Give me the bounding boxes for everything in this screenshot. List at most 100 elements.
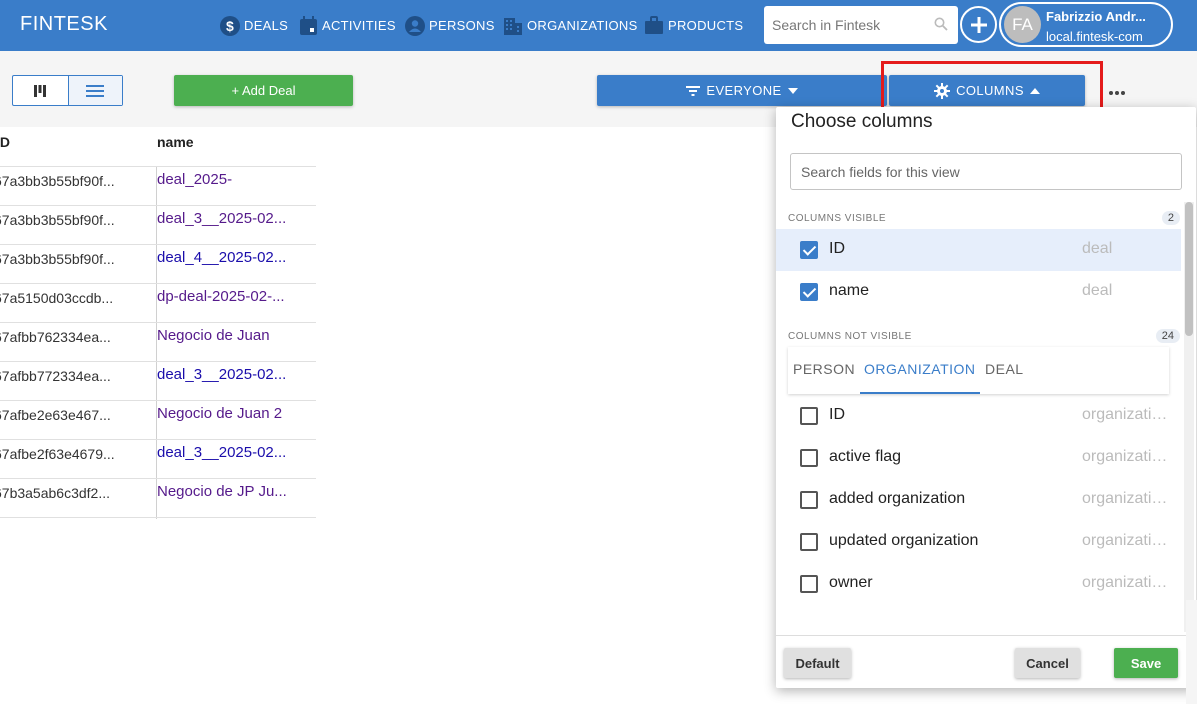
table-row[interactable]: 67a3bb3b55bf90f... deal_2025- [0,167,316,206]
cell-id: 67a3bb3b55bf90f... [0,212,115,228]
cell-id: 67b3a5ab6c3df2... [0,485,110,501]
nav-organizations-label: ORGANIZATIONS [527,18,638,33]
column-label: ID [829,406,845,423]
more-options-button[interactable] [1108,84,1126,98]
popup-title: Choose columns [791,111,933,132]
list-view-button[interactable] [67,76,122,105]
cell-id: 67afbb762334ea... [0,329,111,345]
checkbox[interactable] [800,575,818,593]
table-row[interactable]: 67afbe2f63e4679... deal_3__2025-02... [0,440,316,479]
plus-icon [970,16,987,33]
list-icon [86,84,105,97]
hidden-column-updated-organization[interactable]: updated organization organization [776,521,1181,563]
cell-name-link[interactable]: Negocio de Juan 2 [157,401,316,440]
filter-label: EVERYONE [706,83,782,98]
avatar: FA [1004,6,1041,43]
column-source: organization [1082,574,1168,591]
table-row[interactable]: 67afbb762334ea... Negocio de Juan [0,323,316,362]
cell-name-link[interactable]: deal_3__2025-02... [157,206,316,245]
svg-text:$: $ [226,18,234,34]
column-label: owner [829,574,873,591]
fields-search-input[interactable] [790,153,1182,190]
user-host: local.fintesk-com [1046,29,1143,44]
entity-tabs: PERSON ORGANIZATION DEAL [788,347,1169,394]
tab-organization[interactable]: ORGANIZATION [860,347,980,394]
cancel-button[interactable]: Cancel [1015,648,1080,678]
save-button[interactable]: Save [1114,648,1178,678]
filter-icon [686,85,701,96]
column-source: organization [1082,490,1168,507]
filter-everyone-button[interactable]: EVERYONE [597,75,887,106]
nav-deals[interactable]: $ DEALS [220,0,288,51]
column-source: deal [1082,282,1113,299]
cell-name-link[interactable]: deal_3__2025-02... [157,362,316,401]
person-circle-icon [405,15,425,36]
default-button[interactable]: Default [784,648,851,678]
cell-name-link[interactable]: dp-deal-2025-02-... [157,284,316,323]
column-header-name[interactable]: name [157,127,307,167]
table-row[interactable]: 67a3bb3b55bf90f... deal_4__2025-02... [0,245,316,284]
table-row[interactable]: 67b3a5ab6c3df2... Negocio de JP Ju... [0,479,316,518]
popup-scrollbar-thumb[interactable] [1185,202,1193,336]
table-row[interactable]: 67a5150d03ccdb... dp-deal-2025-02-... [0,284,316,323]
hidden-column-owner[interactable]: owner organization [776,563,1181,605]
cell-name-link[interactable]: deal_2025- [157,167,316,206]
nav-activities[interactable]: ACTIVITIES [299,0,396,51]
checkbox[interactable] [800,241,818,259]
table-row[interactable]: 67a3bb3b55bf90f... deal_3__2025-02... [0,206,316,245]
cell-id: 67a5150d03ccdb... [0,290,114,306]
checkbox[interactable] [800,283,818,301]
page-scrollbar[interactable] [1186,600,1197,704]
checkbox[interactable] [800,533,818,551]
visible-column-id[interactable]: ID deal [776,229,1181,271]
cell-name-link[interactable]: Negocio de JP Ju... [157,479,316,518]
briefcase-icon [645,15,663,34]
checkbox[interactable] [800,449,818,467]
hidden-column-added-organization[interactable]: added organization organization [776,479,1181,521]
calendar-icon [300,15,317,35]
nav-activities-label: ACTIVITIES [322,18,396,33]
building-icon [504,17,522,35]
column-source: deal [1082,240,1113,257]
column-label: updated organization [829,532,979,549]
column-label: ID [829,240,845,257]
column-header-id[interactable]: ID [0,127,146,167]
cell-name-link[interactable]: deal_3__2025-02... [157,440,316,479]
add-deal-button[interactable]: + Add Deal [174,75,353,106]
columns-not-visible-label: COLUMNS NOT VISIBLE [788,331,912,342]
cell-name-link[interactable]: Negocio de Juan [157,323,316,362]
brand-logo[interactable]: FINTESK [20,13,108,36]
nav-organizations[interactable]: ORGANIZATIONS [503,0,638,51]
columns-visible-label: COLUMNS VISIBLE [788,213,887,224]
column-label: active flag [829,448,902,465]
nav-persons-label: PERSONS [429,18,495,33]
nav-products-label: PRODUCTS [668,18,744,33]
cell-id: 67a3bb3b55bf90f... [0,173,115,189]
global-search-input[interactable] [772,17,932,33]
tab-deal[interactable]: DEAL [985,347,1024,394]
nav-persons[interactable]: PERSONS [405,0,495,51]
caret-down-icon [787,87,798,94]
search-icon [934,17,948,31]
user-menu[interactable]: FA Fabrizzio Andr... local.fintesk-com [999,2,1173,47]
hidden-column-id[interactable]: ID organization [776,395,1181,437]
nav-products[interactable]: PRODUCTS [644,0,743,51]
cell-name-link[interactable]: deal_4__2025-02... [157,245,316,284]
column-source: organization [1082,532,1168,549]
pipeline-icon [34,84,47,97]
dollar-circle-icon: $ [220,15,240,36]
columns-not-visible-count: 24 [1155,329,1180,343]
popup-footer: Default Cancel Save [776,635,1196,688]
nav-deals-label: DEALS [244,18,289,33]
hidden-column-active-flag[interactable]: active flag organization [776,437,1181,479]
choose-columns-popup: Choose columns COLUMNS VISIBLE 2 ID deal… [776,107,1196,688]
pipeline-view-button[interactable] [13,76,68,105]
view-toggle [12,75,123,106]
checkbox[interactable] [800,491,818,509]
visible-column-name[interactable]: name deal [776,271,1181,313]
table-row[interactable]: 67afbe2e63e467... Negocio de Juan 2 [0,401,316,440]
tab-person[interactable]: PERSON [793,347,855,394]
quick-add-button[interactable] [960,6,997,43]
table-row[interactable]: 67afbb772334ea... deal_3__2025-02... [0,362,316,401]
checkbox[interactable] [800,407,818,425]
